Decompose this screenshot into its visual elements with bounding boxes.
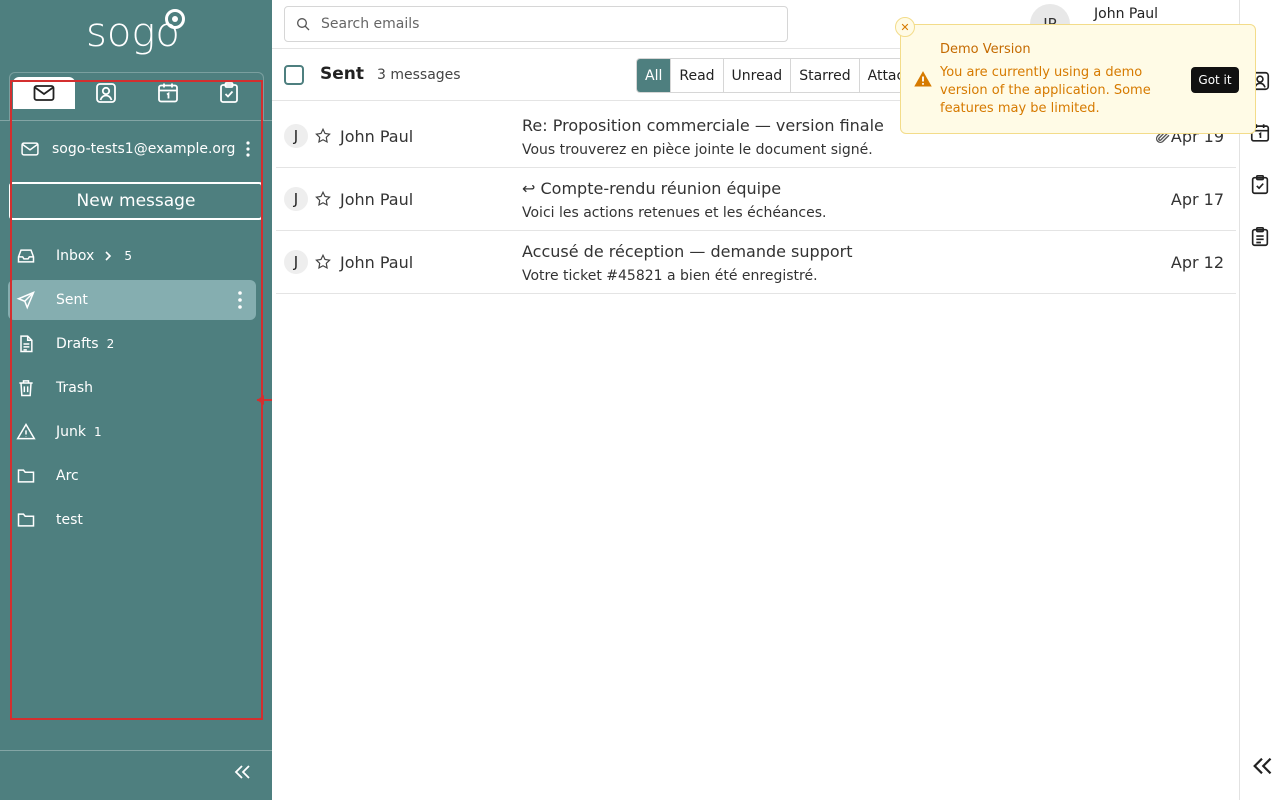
folder-label: Junk	[56, 424, 86, 440]
folder-inbox[interactable]: Inbox 5	[8, 236, 256, 276]
filter-unread[interactable]: Unread	[723, 59, 792, 92]
junk-count: 1	[93, 425, 102, 439]
message-preview: Votre ticket #45821 a bien été enregistr…	[522, 268, 818, 284]
filter-group: All Read Unread Starred Attac	[636, 58, 915, 93]
sender-name: John Paul	[340, 190, 414, 209]
message-count: 3 messages	[377, 67, 461, 83]
sender-name: John Paul	[340, 253, 414, 272]
message-subject: Accusé de réception — demande support	[522, 242, 853, 261]
search-input[interactable]	[321, 16, 761, 32]
folder-drafts[interactable]: Drafts 2	[8, 324, 256, 364]
file-icon	[16, 334, 36, 354]
trash-icon	[16, 378, 36, 398]
account-email: sogo-tests1@example.org	[52, 141, 236, 157]
folder-menu-icon[interactable]	[232, 289, 248, 311]
star-icon[interactable]	[314, 253, 332, 271]
folder-label: Sent	[56, 292, 88, 308]
folder-trash[interactable]: Trash	[8, 368, 256, 408]
folder-sent[interactable]: Sent	[8, 280, 256, 320]
message-row[interactable]: J John Paul ↩ Compte-rendu réunion équip…	[276, 168, 1236, 231]
inbox-icon	[16, 246, 36, 266]
tab-tasks[interactable]	[198, 77, 260, 109]
user-name: John Paul	[1094, 6, 1159, 22]
contacts-icon	[96, 83, 116, 103]
filter-starred[interactable]: Starred	[791, 59, 860, 92]
mail-icon	[33, 85, 55, 101]
warning-icon	[16, 422, 36, 442]
logo-ring-icon	[165, 9, 185, 29]
folder-arc[interactable]: Arc	[8, 456, 256, 496]
sidebar: sogo sogo-tests1@example.org New message	[0, 0, 272, 800]
message-row[interactable]: J John Paul Accusé de réception — demand…	[276, 231, 1236, 294]
account-menu-icon[interactable]	[240, 138, 256, 160]
account-row[interactable]: sogo-tests1@example.org	[20, 136, 264, 162]
message-preview: Voici les actions retenues et les échéan…	[522, 205, 827, 221]
tasks-icon[interactable]	[1249, 174, 1271, 196]
notes-icon[interactable]	[1249, 226, 1271, 248]
star-icon[interactable]	[314, 190, 332, 208]
draft-count: 2	[106, 337, 115, 351]
sender-name: John Paul	[340, 127, 414, 146]
sender-avatar: J	[284, 250, 308, 274]
app-nav	[9, 72, 264, 120]
collapse-rail-icon[interactable]	[1251, 756, 1273, 776]
divider	[0, 750, 272, 751]
sender-avatar: J	[284, 124, 308, 148]
got-it-button[interactable]: Got it	[1191, 67, 1239, 93]
message-preview: Vous trouverez en pièce jointe le docume…	[522, 142, 873, 158]
send-icon	[16, 290, 36, 310]
tab-calendar[interactable]	[137, 77, 199, 109]
divider	[0, 120, 272, 121]
new-message-button[interactable]: New message	[9, 182, 263, 220]
folder-label: Drafts	[56, 336, 99, 352]
folder-label: Trash	[56, 380, 93, 396]
tab-contacts[interactable]	[75, 77, 137, 109]
folder-junk[interactable]: Junk 1	[8, 412, 256, 452]
folder-icon	[16, 510, 36, 530]
sender-avatar: J	[284, 187, 308, 211]
sogo-logo: sogo	[86, 6, 186, 64]
filter-read[interactable]: Read	[671, 59, 724, 92]
warning-icon	[914, 71, 932, 87]
search-icon	[297, 18, 310, 31]
folder-icon	[16, 466, 36, 486]
folder-test[interactable]: test	[8, 500, 256, 540]
toast-message: You are currently using a demo version o…	[940, 65, 1151, 116]
select-all-checkbox[interactable]	[284, 65, 304, 85]
unread-count: 5	[124, 249, 132, 263]
mail-icon	[21, 142, 39, 156]
tab-mail[interactable]	[13, 77, 75, 109]
collapse-sidebar-icon[interactable]	[230, 762, 254, 782]
toast-title: Demo Version	[940, 42, 1031, 57]
folder-label: test	[56, 512, 83, 528]
message-subject: Re: Proposition commerciale — version fi…	[522, 116, 884, 135]
folder-label: Arc	[56, 468, 79, 484]
demo-toast: ✕ Demo Version You are currently using a…	[895, 17, 1256, 134]
close-icon[interactable]: ✕	[895, 17, 915, 37]
filter-all[interactable]: All	[637, 59, 672, 92]
folder-list: Inbox 5 Sent Drafts 2 Trash Junk 1 Arc t…	[8, 236, 256, 544]
folder-label: Inbox	[56, 248, 95, 264]
message-date: Apr 12	[1170, 253, 1224, 272]
tasks-icon	[220, 82, 238, 103]
message-subject: ↩ Compte-rendu réunion équipe	[522, 179, 782, 198]
chevron-right-icon[interactable]	[102, 249, 116, 263]
star-icon[interactable]	[314, 127, 332, 145]
calendar-icon	[158, 83, 178, 103]
message-date: Apr 17	[1170, 190, 1224, 209]
search-box[interactable]	[284, 6, 788, 42]
folder-title: Sent	[320, 64, 365, 84]
